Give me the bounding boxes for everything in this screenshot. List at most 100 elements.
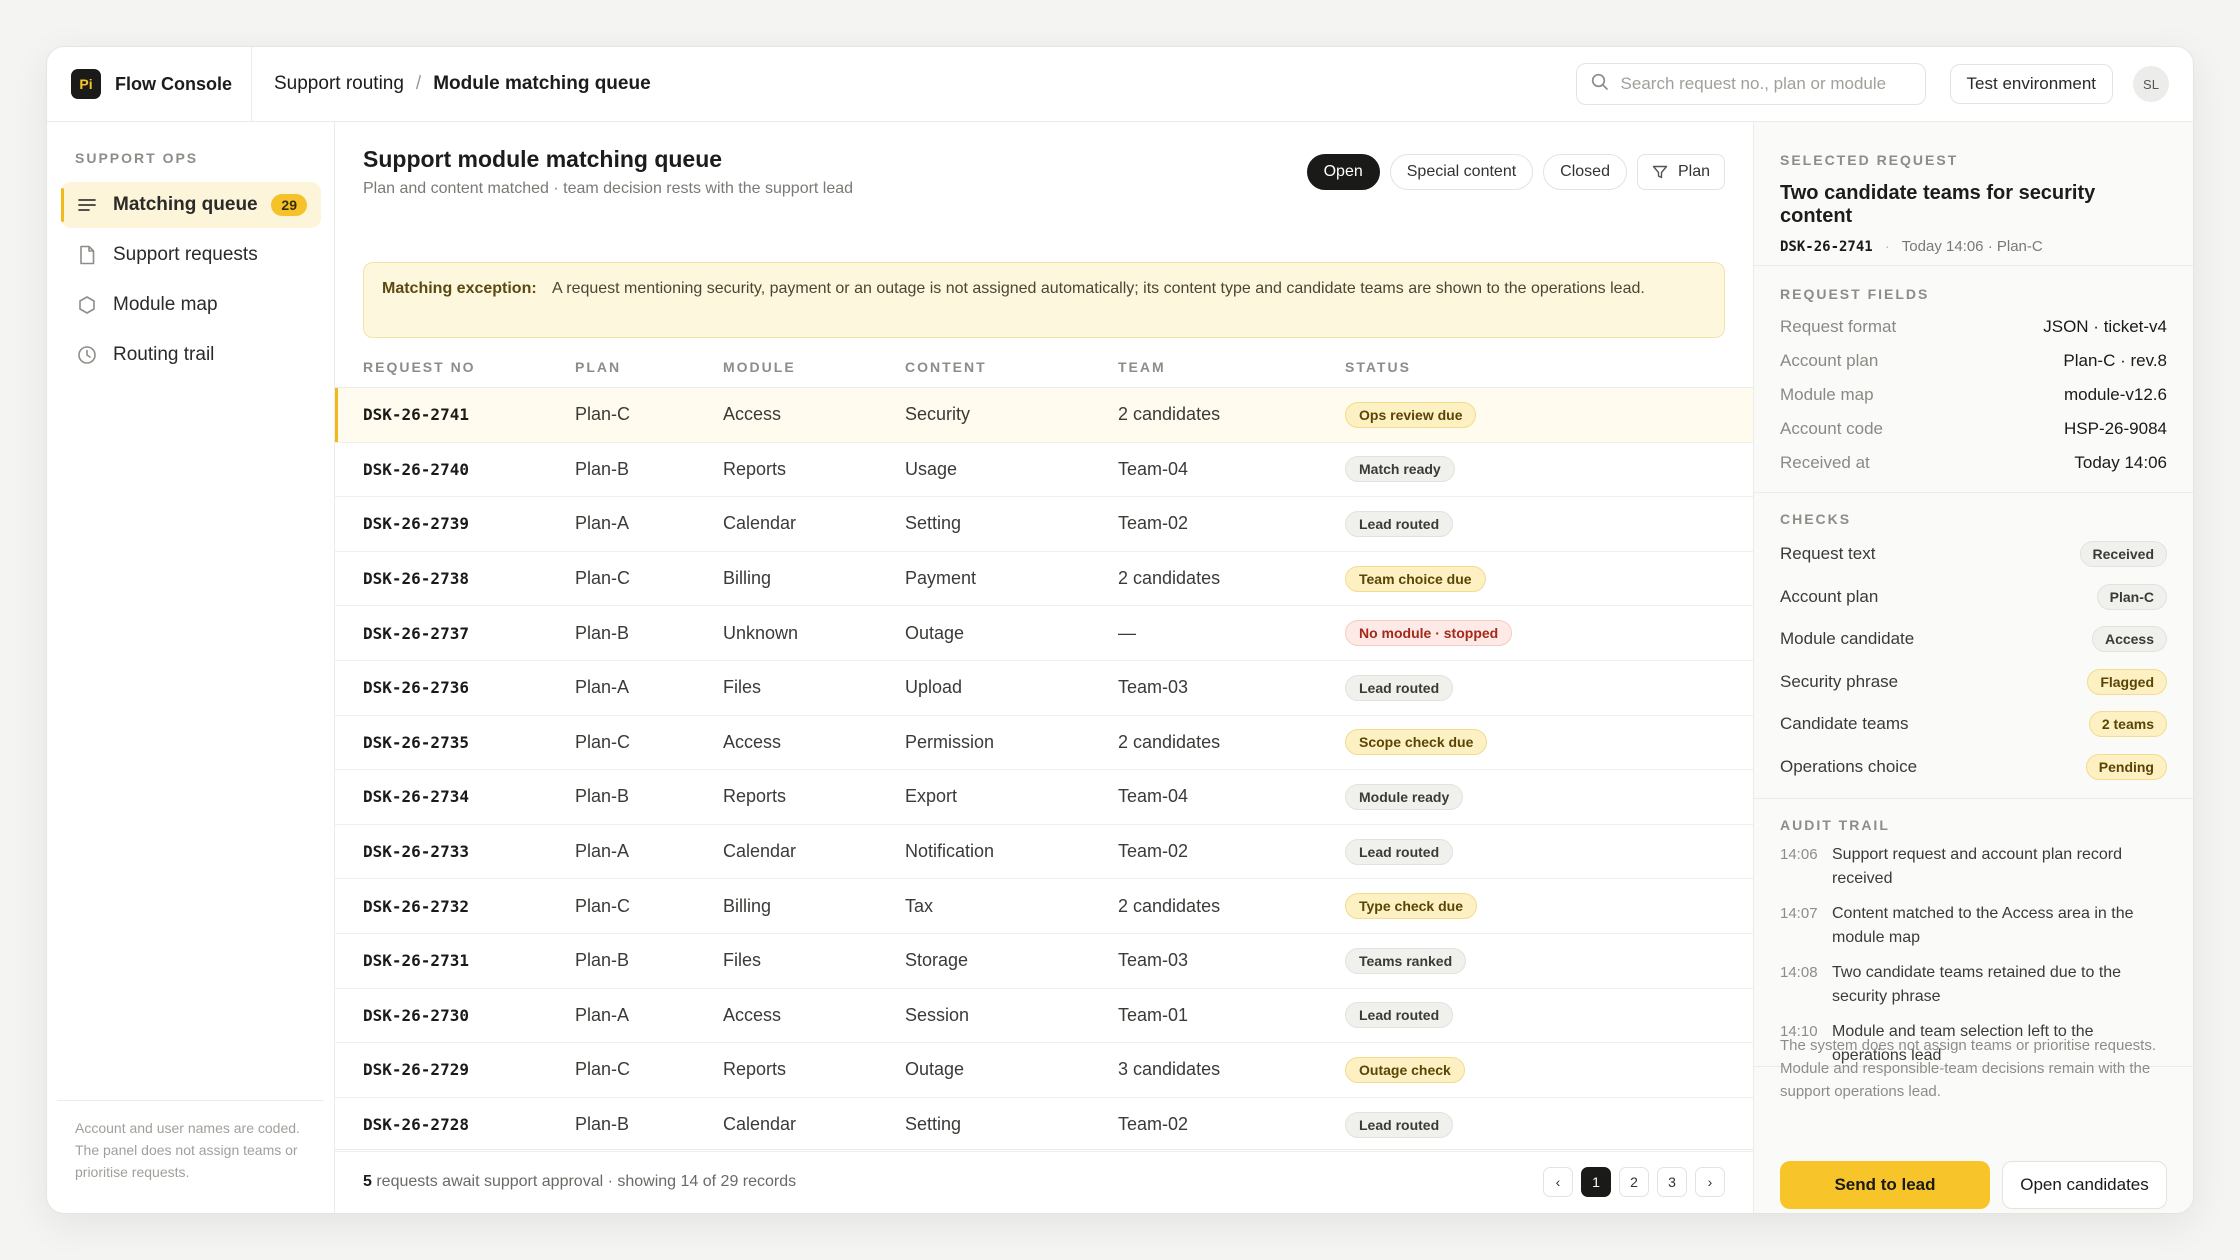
- column-header-request-no[interactable]: REQUEST NO: [335, 359, 575, 375]
- avatar[interactable]: SL: [2133, 66, 2169, 102]
- field-key: Request format: [1780, 317, 1897, 336]
- field-row: Account code HSP-26-9084: [1780, 412, 2167, 446]
- plan-cell: Plan-A: [575, 841, 630, 862]
- plan-cell: Plan-C: [575, 404, 631, 425]
- filter-icon: [1652, 164, 1668, 180]
- column-header-module[interactable]: MODULE: [723, 359, 905, 375]
- table-row[interactable]: DSK-26-2735 Plan-C Access Permission 2 candi…: [335, 716, 1753, 771]
- module-cell: Files: [723, 677, 762, 698]
- status-cell: Scope check due: [1345, 729, 1753, 756]
- content-cell: Setting: [905, 513, 962, 534]
- table-row[interactable]: DSK-26-2732 Plan-C Billing Tax 2 candidates T…: [335, 879, 1753, 934]
- table-row[interactable]: DSK-26-2740 Plan-B Reports Usage Team-04 Matc…: [335, 443, 1753, 498]
- check-label: Account plan: [1780, 586, 1879, 606]
- column-header-plan[interactable]: PLAN: [575, 359, 723, 375]
- queue-count-badge: 29: [271, 194, 307, 216]
- field-value: Plan-C · rev.8: [2063, 351, 2167, 370]
- check-row: Account plan Plan-C: [1780, 576, 2167, 619]
- awaiting-count: 5: [363, 1172, 372, 1190]
- table-row[interactable]: DSK-26-2739 Plan-A Calendar Setting Team-02 L…: [335, 497, 1753, 552]
- pager-next-button[interactable]: ›: [1695, 1166, 1725, 1197]
- table-row[interactable]: DSK-26-2741 Plan-C Access Security 2 candida…: [335, 388, 1753, 443]
- pager-page-3[interactable]: 3: [1657, 1166, 1687, 1197]
- status-cell: Outage check: [1345, 1056, 1753, 1083]
- status-badge: Module ready: [1345, 783, 1464, 810]
- module-cell: Calendar: [723, 841, 797, 862]
- plan-cell: Plan-C: [575, 568, 631, 589]
- meta-dot: ·: [1884, 238, 1890, 255]
- table-row[interactable]: DSK-26-2736 Plan-A Files Upload Team-03 Lead …: [335, 661, 1753, 716]
- hexagon-icon: [75, 293, 99, 317]
- filter-open[interactable]: Open: [1306, 154, 1380, 190]
- content-cell: Notification: [905, 841, 995, 862]
- top-right-controls: Test environment SL: [1575, 63, 2193, 105]
- table-row[interactable]: DSK-26-2729 Plan-C Reports Outage 3 candidat…: [335, 1043, 1753, 1098]
- status-cell: Teams ranked: [1345, 947, 1753, 974]
- check-row: Module candidate Access: [1780, 618, 2167, 661]
- plan-cell: Plan-B: [575, 458, 630, 479]
- check-status-badge: Received: [2079, 541, 2167, 568]
- request-no-cell: DSK-26-2736: [363, 678, 469, 698]
- sidebar-item-module-map[interactable]: Module map: [61, 282, 321, 328]
- open-candidates-button[interactable]: Open candidates: [2002, 1161, 2167, 1209]
- brand[interactable]: Pi Flow Console: [47, 47, 252, 121]
- sidebar-item-routing-trail[interactable]: Routing trail: [61, 332, 321, 378]
- team-cell: 2 candidates: [1118, 404, 1221, 425]
- column-header-content[interactable]: CONTENT: [905, 359, 1118, 375]
- brand-logo: Pi: [71, 69, 101, 99]
- status-badge: Team choice due: [1345, 565, 1486, 592]
- pager-page-2[interactable]: 2: [1619, 1166, 1649, 1197]
- table-row[interactable]: DSK-26-2728 Plan-B Calendar Setting Team-02 L…: [335, 1098, 1753, 1153]
- breadcrumb-parent[interactable]: Support routing: [274, 73, 404, 95]
- status-badge: Type check due: [1345, 893, 1478, 920]
- table-row[interactable]: DSK-26-2738 Plan-C Billing Payment 2 candida…: [335, 552, 1753, 607]
- footer-text: requests await support approval · showin…: [371, 1172, 797, 1190]
- audit-text: Content matched to the Access area in th…: [1832, 905, 2134, 946]
- pager-prev-button[interactable]: ‹: [1543, 1166, 1573, 1197]
- sidebar-item-label: Support requests: [113, 244, 258, 265]
- status-badge: Lead routed: [1345, 674, 1454, 701]
- search-icon: [1591, 73, 1609, 96]
- column-header-status[interactable]: STATUS: [1345, 359, 1753, 375]
- module-cell: Reports: [723, 786, 787, 807]
- send-to-lead-button[interactable]: Send to lead: [1780, 1161, 1990, 1209]
- search-box[interactable]: [1575, 63, 1926, 105]
- plan-filter-button[interactable]: Plan: [1636, 154, 1725, 190]
- detail-panel: SELECTED REQUEST Two candidate teams for…: [1753, 122, 2193, 1213]
- status-badge: Scope check due: [1345, 729, 1488, 756]
- callout-label: Matching exception:: [382, 280, 537, 297]
- filter-special-content[interactable]: Special content: [1389, 154, 1534, 190]
- plan-cell: Plan-C: [575, 1059, 631, 1080]
- status-cell: Lead routed: [1345, 510, 1753, 537]
- selected-request-section: SELECTED REQUEST Two candidate teams for…: [1754, 122, 2193, 266]
- field-key: Account code: [1780, 419, 1884, 438]
- sidebar-item-matching-queue[interactable]: Matching queue 29: [61, 182, 321, 228]
- request-fields-label: REQUEST FIELDS: [1780, 286, 1930, 302]
- content-cell: Permission: [905, 731, 995, 752]
- status-badge: No module · stopped: [1345, 620, 1513, 647]
- search-input[interactable]: [1620, 74, 1901, 94]
- content-cell: Tax: [905, 895, 934, 916]
- table-row[interactable]: DSK-26-2737 Plan-B Unknown Outage — No module…: [335, 606, 1753, 661]
- column-header-team[interactable]: TEAM: [1118, 359, 1345, 375]
- field-row: Module map module-v12.6: [1780, 378, 2167, 412]
- table-row[interactable]: DSK-26-2734 Plan-B Reports Export Team-04 Mod…: [335, 770, 1753, 825]
- sidebar-item-support-requests[interactable]: Support requests: [61, 232, 321, 278]
- field-row: Account plan Plan-C · rev.8: [1780, 344, 2167, 378]
- team-cell: 3 candidates: [1118, 1059, 1221, 1080]
- table-row[interactable]: DSK-26-2733 Plan-A Calendar Notification Tea…: [335, 825, 1753, 880]
- table-row[interactable]: DSK-26-2730 Plan-A Access Session Team-01 Lea…: [335, 989, 1753, 1044]
- main-content: Support module matching queue Plan and c…: [335, 122, 1753, 1213]
- status-cell: Ops review due: [1345, 401, 1753, 428]
- selected-request-id: DSK-26-2741: [1780, 239, 1873, 255]
- filter-closed[interactable]: Closed: [1543, 154, 1627, 190]
- request-no-cell: DSK-26-2728: [363, 1115, 469, 1135]
- audit-trail-section: AUDIT TRAIL 14:06 Support request and acc…: [1754, 799, 2193, 1067]
- pager-page-1[interactable]: 1: [1581, 1166, 1611, 1197]
- module-cell: Files: [723, 950, 762, 971]
- environment-button[interactable]: Test environment: [1949, 64, 2113, 104]
- request-no-cell: DSK-26-2741: [363, 405, 469, 425]
- breadcrumb: Support routing / Module matching queue: [252, 73, 651, 95]
- table-row[interactable]: DSK-26-2731 Plan-B Files Storage Team-03 Team…: [335, 934, 1753, 989]
- sidebar-nav: Matching queue 29 Support requests Modul…: [61, 182, 321, 382]
